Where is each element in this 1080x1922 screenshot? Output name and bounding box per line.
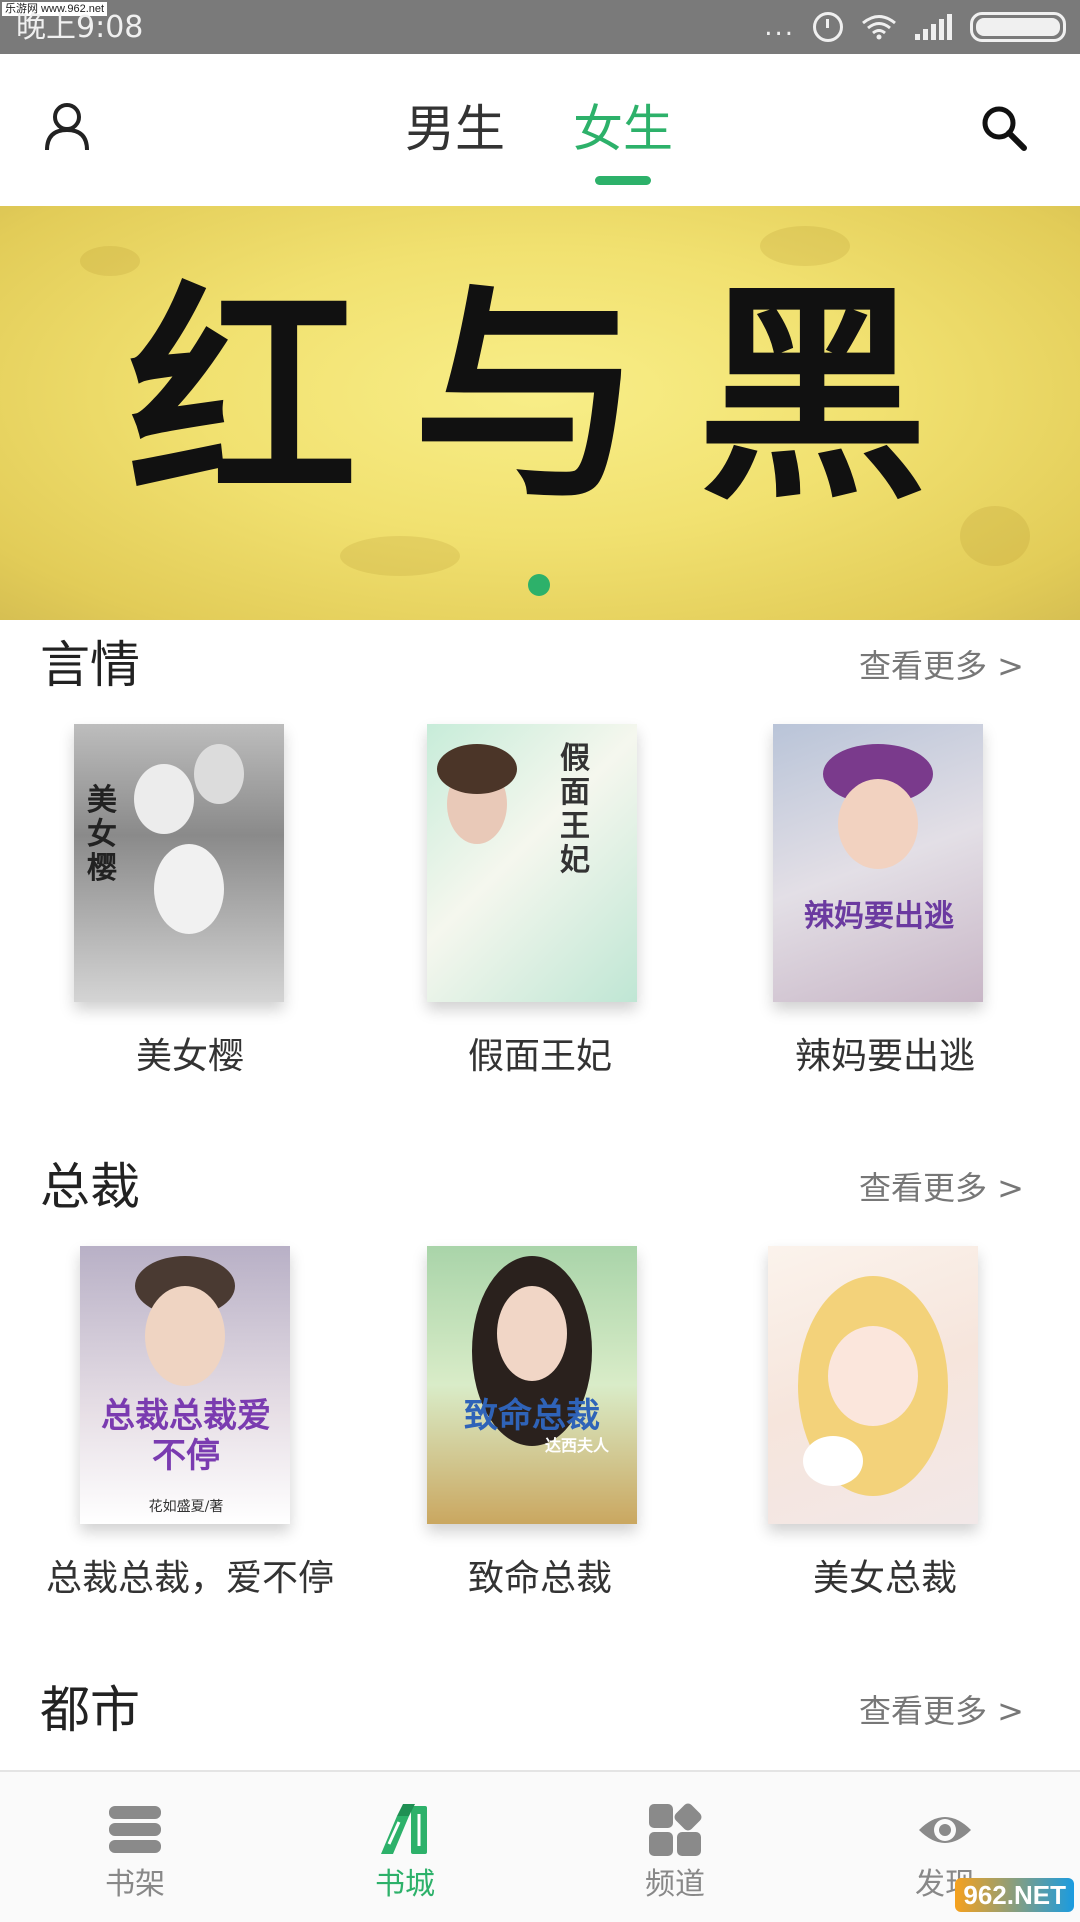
view-more-link[interactable]: 查看更多 > — [859, 1166, 1024, 1210]
battery-icon — [970, 12, 1066, 42]
book-title: 致命总裁 — [467, 1558, 612, 1599]
signal-icon — [915, 14, 952, 40]
more-dots-icon: ... — [764, 12, 795, 42]
promo-banner[interactable]: 红与黑 — [0, 206, 1080, 620]
book-cover: 辣妈要出逃 — [773, 724, 983, 1002]
user-profile-icon[interactable] — [44, 102, 90, 152]
section-title: 总裁 — [40, 1158, 140, 1216]
section-title: 都市 — [40, 1681, 140, 1739]
status-icons: ... — [764, 10, 1066, 44]
book-title: 美女樱 — [135, 1036, 244, 1077]
nav-discover[interactable]: 发现 962.NET — [810, 1772, 1080, 1922]
eye-icon — [919, 1817, 971, 1843]
book-title: 美女总裁 — [812, 1558, 957, 1599]
status-time: 晚上9:08 — [16, 10, 144, 45]
banner-title: 红与黑 — [127, 261, 983, 531]
book-cover — [768, 1246, 978, 1524]
status-bar: 乐游网 www.962.net 晚上9:08 ... — [0, 0, 1080, 54]
nav-label: 书架 — [105, 1867, 165, 1902]
alarm-icon — [813, 12, 843, 42]
banner-page-indicator — [528, 574, 550, 596]
wifi-icon — [862, 15, 896, 40]
nav-channels[interactable]: 频道 — [540, 1772, 810, 1922]
section-urban: 都市 查看更多 > — [0, 1675, 1080, 1755]
section-ceo: 总裁 查看更多 > 总裁总裁爱不停 花如盛夏/著 总裁总裁，爱不停 致命总裁 达… — [0, 1152, 1080, 1622]
nav-label: 频道 — [645, 1867, 705, 1902]
channels-grid-icon — [649, 1803, 702, 1856]
book-cover: 致命总裁 达西夫人 — [427, 1246, 637, 1524]
bookshelf-icon — [109, 1806, 161, 1853]
nav-bookshelf[interactable]: 书架 — [0, 1772, 270, 1922]
view-more-link[interactable]: 查看更多 > — [859, 1689, 1024, 1733]
section-title: 言情 — [40, 636, 140, 694]
book-cover: 总裁总裁爱不停 花如盛夏/著 — [80, 1246, 290, 1524]
book-cover: 假面王妃 — [427, 724, 637, 1002]
bottom-navigation: 书架 书城 频道 发现 962.NET — [0, 1770, 1080, 1922]
book-title: 辣妈要出逃 — [794, 1036, 975, 1077]
book-title: 总裁总裁，爱不停 — [45, 1558, 334, 1599]
view-more-link[interactable]: 查看更多 > — [859, 644, 1024, 688]
nav-bookstore[interactable]: 书城 — [270, 1772, 540, 1922]
search-icon[interactable] — [980, 104, 1028, 152]
section-romance: 言情 查看更多 > 美女樱 美女樱 假面王妃 假面王妃 辣妈要出逃 辣妈要出逃 — [0, 630, 1080, 1100]
active-tab-indicator — [595, 176, 651, 185]
book-cover: 美女樱 — [74, 724, 284, 1002]
top-header: 男生 女生 — [0, 54, 1080, 206]
tab-girls[interactable]: 女生 — [573, 94, 673, 164]
watermark-badge: 962.NET — [955, 1878, 1074, 1912]
nav-label: 书城 — [375, 1867, 435, 1902]
bookstore-icon — [381, 1804, 427, 1854]
tab-boys[interactable]: 男生 — [405, 94, 505, 164]
book-title: 假面王妃 — [467, 1036, 612, 1077]
